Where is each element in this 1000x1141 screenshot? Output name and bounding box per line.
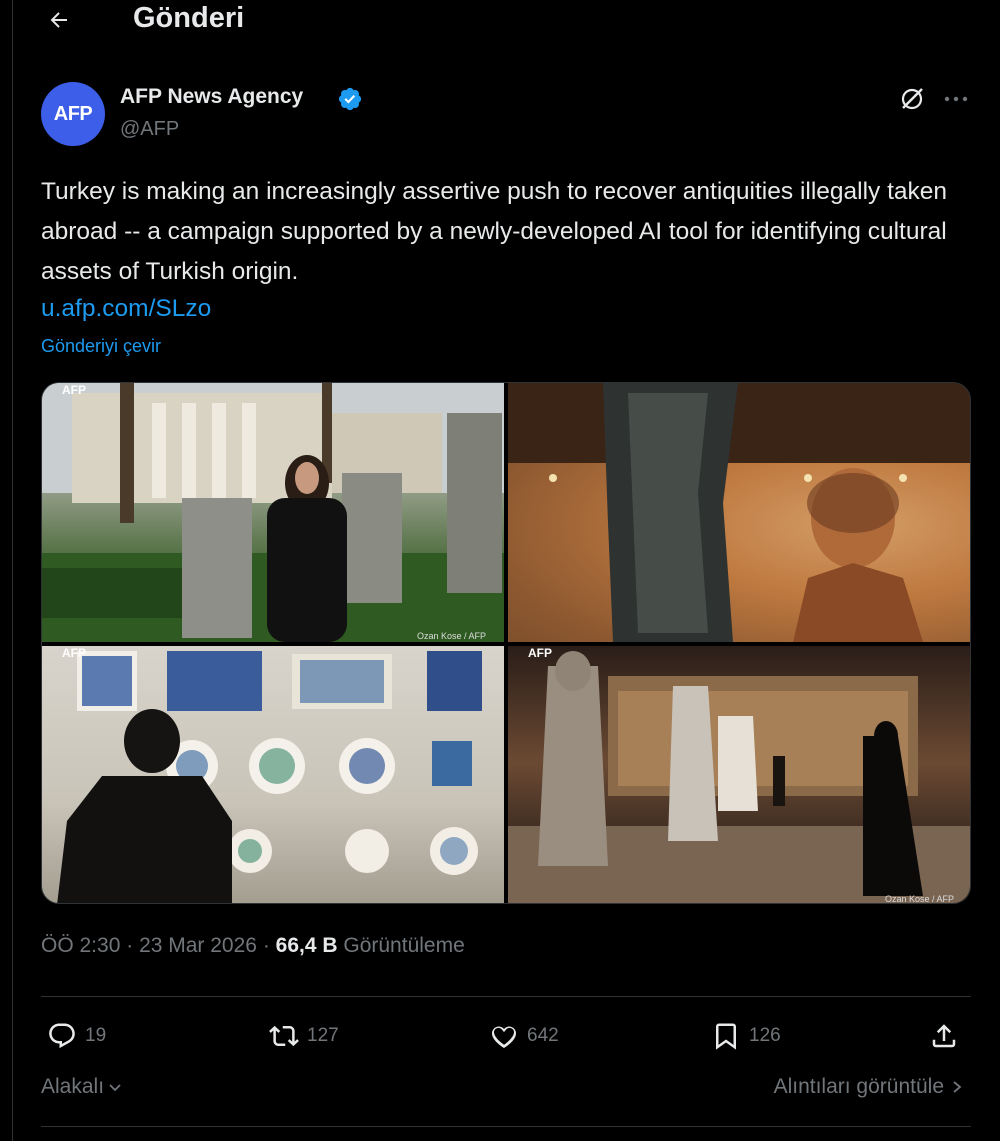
photo-scene-statue-gallery — [508, 651, 970, 903]
photo-credit: Ozan Kose / AFP — [884, 894, 954, 904]
photo-watermark: AFP — [62, 646, 86, 660]
divider — [41, 1126, 971, 1127]
post-date[interactable]: 23 Mar 2026 — [139, 934, 257, 957]
photo-credit: Ozan Kose / AFP — [416, 631, 486, 641]
author-handle[interactable]: @AFP — [120, 118, 179, 141]
author-name[interactable]: AFP News Agency — [120, 85, 303, 109]
more-horizontal-icon — [944, 96, 968, 102]
repost-button[interactable]: 127 — [269, 1018, 339, 1054]
photo-tile-exhibit[interactable]: AFP — [42, 646, 504, 903]
avatar[interactable]: AFP — [41, 82, 105, 146]
view-quotes-label: Alıntıları görüntüle — [773, 1075, 944, 1098]
view-quotes-link[interactable]: Alıntıları görüntüle — [774, 1075, 964, 1099]
repost-icon — [269, 1025, 299, 1047]
repost-count: 127 — [307, 1025, 339, 1046]
photo-museum-garden[interactable]: AFP Ozan Kose / AFP — [42, 383, 504, 642]
photo-bronze-statue[interactable] — [508, 383, 970, 642]
share-icon — [932, 1024, 956, 1048]
back-button[interactable] — [43, 4, 75, 36]
photo-watermark: AFP — [528, 646, 552, 660]
post-time[interactable]: ÖÖ 2:30 — [41, 934, 120, 957]
post-detail-panel: Gönderi AFP AFP News Agency @AFP Turkey … — [12, 0, 1000, 1141]
chevron-right-icon — [953, 1081, 962, 1093]
media-grid: AFP Ozan Kose / AFP AFP AFP Ozan Kose / … — [41, 382, 971, 904]
photo-watermark: AFP — [62, 383, 86, 397]
post-link[interactable]: u.afp.com/SLzo — [41, 290, 211, 328]
post-text: Turkey is making an increasingly asserti… — [41, 178, 948, 285]
reply-count: 19 — [85, 1025, 107, 1046]
reply-button[interactable]: 19 — [47, 1018, 106, 1054]
bookmark-button[interactable]: 126 — [711, 1018, 781, 1054]
share-button[interactable] — [929, 1018, 959, 1054]
photo-scene-iznik-tiles — [57, 651, 482, 903]
verified-badge-icon — [338, 87, 362, 111]
chevron-down-icon — [109, 1084, 121, 1092]
grok-button[interactable] — [897, 84, 927, 114]
more-options-button[interactable] — [941, 84, 971, 114]
page-title: Gönderi — [133, 2, 245, 34]
post-meta: ÖÖ 2:30 · 23 Mar 2026 · 66,4 B Görüntüle… — [41, 934, 465, 958]
bookmark-count: 126 — [749, 1025, 781, 1046]
related-dropdown[interactable]: Alakalı — [41, 1075, 123, 1099]
photo-statue-gallery[interactable]: AFP Ozan Kose / AFP — [508, 646, 970, 904]
views-count: 66,4 B — [275, 934, 338, 957]
arrow-left-icon — [50, 12, 67, 28]
translate-post-link[interactable]: Gönderiyi çevir — [41, 336, 161, 357]
grok-icon — [901, 88, 923, 110]
photo-scene-statue-bust — [508, 383, 970, 642]
photo-scene-museum-garden — [42, 383, 504, 642]
reply-icon — [49, 1023, 75, 1049]
top-bar: Gönderi — [13, 0, 1000, 40]
meta-separator: · — [126, 934, 140, 957]
like-button[interactable]: 642 — [489, 1018, 559, 1054]
heart-icon — [491, 1026, 517, 1048]
meta-separator: · — [262, 934, 276, 957]
bookmark-icon — [716, 1023, 736, 1050]
like-count: 642 — [527, 1025, 559, 1046]
views-label: Görüntüleme — [343, 934, 465, 957]
divider — [41, 996, 971, 997]
related-label: Alakalı — [41, 1075, 105, 1098]
